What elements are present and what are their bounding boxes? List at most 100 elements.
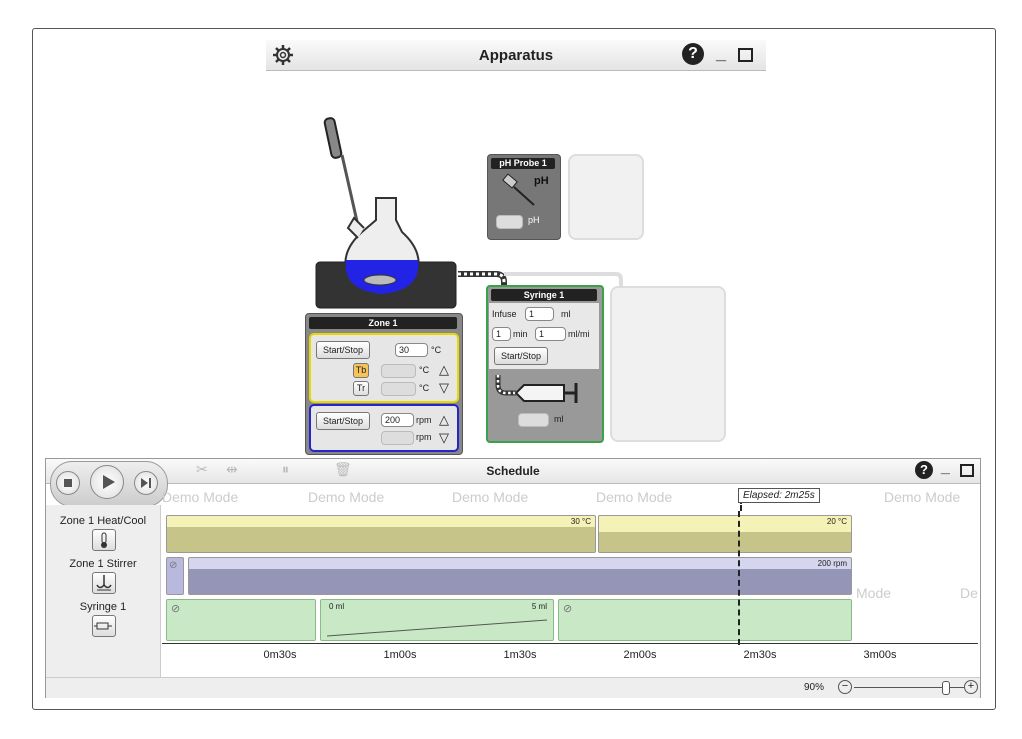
probe-icon	[502, 173, 535, 206]
stirrer-icon[interactable]	[92, 572, 116, 594]
demo-watermark: Demo Mode	[162, 489, 239, 505]
lane-label-stirrer: Zone 1 Stirrer	[69, 558, 137, 570]
timeline[interactable]: Demo Mode Demo Mode Demo Mode Demo Mode …	[162, 483, 978, 673]
heat-start-stop-button[interactable]: Start/Stop	[316, 341, 370, 359]
demo-watermark: Demo Mode	[452, 489, 529, 505]
syringe-controls: Infuse 1 ml 1 min 1 ml/mi Start/Stop	[489, 303, 599, 369]
play-button[interactable]	[90, 465, 124, 499]
syringe-volume-field	[518, 413, 549, 427]
split-icon[interactable]: ⇹	[226, 461, 238, 478]
stir-block[interactable]: 200 rpm	[188, 557, 852, 595]
syringe-end-label: 5 ml	[531, 602, 547, 611]
syringe-start-stop-button[interactable]: Start/Stop	[494, 347, 548, 365]
ph-value-field	[496, 215, 523, 229]
syringe-title: Syringe 1	[491, 289, 597, 301]
schedule-toolbar: Schedule ? _ ✂ ⇹ ⏸ 🗑	[46, 459, 980, 484]
syringe-infuse-block[interactable]: 0 ml 5 ml	[320, 599, 554, 641]
empty-slot-1[interactable]	[568, 154, 644, 240]
disabled-icon: ⊘	[169, 560, 178, 571]
stir-start-stop-button[interactable]: Start/Stop	[316, 412, 370, 430]
stir-section: Start/Stop 200 rpm △ rpm ▽	[309, 404, 459, 452]
tick-label: 2m00s	[623, 649, 657, 661]
skip-button[interactable]	[134, 471, 158, 495]
syringe-idle-block-1[interactable]: ⊘	[166, 599, 316, 641]
time-unit: min	[513, 329, 528, 339]
time-axis	[162, 643, 978, 644]
tick-label: 1m30s	[503, 649, 537, 661]
zoom-out-icon[interactable]: −	[838, 680, 852, 694]
tick-label: 2m30s	[743, 649, 777, 661]
demo-watermark: Demo Mode	[308, 489, 385, 505]
stir-readout-unit: rpm	[416, 432, 432, 442]
time-input[interactable]: 1	[492, 327, 511, 341]
tick-label: 0m30s	[263, 649, 297, 661]
tb-button[interactable]: Tb	[353, 363, 369, 378]
rate-unit: ml/mi	[568, 329, 590, 339]
schedule-title: Schedule	[486, 464, 540, 478]
demo-watermark: De	[960, 585, 978, 601]
playhead[interactable]	[738, 511, 740, 645]
minimize-button[interactable]: _	[716, 43, 726, 64]
lane-label-syringe: Syringe 1	[79, 601, 127, 613]
zoom-slider-thumb[interactable]	[942, 681, 950, 695]
cut-icon[interactable]: ✂	[196, 461, 208, 478]
play-icon	[103, 475, 115, 489]
zone-title: Zone 1	[309, 317, 457, 329]
schedule-help-icon[interactable]: ?	[915, 461, 933, 479]
syringe-panel: Syringe 1 Infuse 1 ml 1 min 1 ml/mi Star…	[486, 285, 604, 443]
demo-watermark: Demo Mode	[596, 489, 673, 505]
heat-block-1[interactable]: 30 °C	[166, 515, 596, 553]
stir-up-arrow-icon[interactable]: △	[439, 412, 449, 428]
stir-down-arrow-icon[interactable]: ▽	[439, 430, 449, 446]
tick-label: 3m00s	[863, 649, 897, 661]
syringe-idle-block-2[interactable]: ⊘	[558, 599, 852, 641]
delete-icon[interactable]: 🗑	[334, 461, 352, 478]
zoom-bar: 90% − +	[46, 677, 980, 698]
infuse-volume-input[interactable]: 1	[525, 307, 554, 321]
zone-panel: Zone 1 Start/Stop 30 °C Tb °C △ Tr °C ▽ …	[305, 313, 463, 455]
heat-block-1-label: 30 °C	[570, 517, 591, 526]
heat-setpoint-input[interactable]: 30	[395, 343, 428, 357]
flask-apparatus[interactable]	[310, 110, 470, 315]
rate-input[interactable]: 1	[535, 327, 566, 341]
stir-readout-field	[381, 431, 414, 445]
stir-setpoint-input[interactable]: 200	[381, 413, 414, 427]
stop-button[interactable]	[56, 471, 80, 495]
stir-unit: rpm	[416, 415, 432, 425]
heat-down-arrow-icon[interactable]: ▽	[439, 380, 449, 396]
demo-watermark: Demo Mode	[884, 489, 961, 505]
disabled-icon: ⊘	[563, 603, 573, 615]
maximize-button[interactable]	[738, 48, 753, 62]
heat-block-2[interactable]: 20 °C	[598, 515, 852, 553]
pause-block-icon[interactable]: ⏸	[282, 461, 289, 478]
elapsed-label: Elapsed: 2m25s	[738, 488, 820, 503]
ph-probe-title: pH Probe 1	[491, 158, 555, 169]
zoom-level: 90%	[804, 682, 825, 693]
heat-unit: °C	[431, 345, 442, 355]
empty-slot-2[interactable]	[610, 286, 726, 442]
help-icon[interactable]: ?	[682, 43, 704, 65]
tb-field	[381, 364, 416, 378]
tr-unit: °C	[419, 383, 430, 393]
ph-unit: pH	[528, 215, 540, 225]
zoom-in-icon[interactable]: +	[964, 680, 978, 694]
schedule-panel: Schedule ? _ ✂ ⇹ ⏸ 🗑 Zone 1 Heat/Cool Zo…	[45, 458, 981, 698]
heat-up-arrow-icon[interactable]: △	[439, 362, 449, 378]
lane-label-heat: Zone 1 Heat/Cool	[59, 515, 147, 527]
stir-block-label: 200 rpm	[817, 559, 847, 568]
syringe-start-label: 0 ml	[329, 602, 345, 611]
syringe-lane-icon[interactable]	[92, 615, 116, 637]
schedule-maximize-button[interactable]	[960, 464, 974, 477]
schedule-minimize-button[interactable]: _	[941, 459, 950, 477]
tr-field	[381, 382, 416, 396]
heat-section: Start/Stop 30 °C Tb °C △ Tr °C ▽	[309, 333, 459, 403]
skip-icon	[141, 478, 151, 488]
tick-label: 1m00s	[383, 649, 417, 661]
ph-probe-panel[interactable]: pH Probe 1 pH pH	[487, 154, 561, 240]
infuse-unit: ml	[561, 309, 571, 319]
tr-button[interactable]: Tr	[353, 381, 369, 396]
thermometer-icon[interactable]	[92, 529, 116, 551]
tb-unit: °C	[419, 365, 430, 375]
stir-disabled-block[interactable]: ⊘	[166, 557, 184, 595]
disabled-icon: ⊘	[171, 603, 181, 615]
